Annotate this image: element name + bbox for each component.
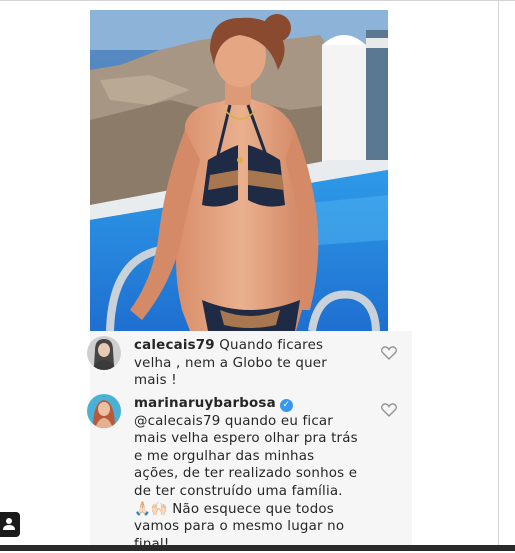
post-photo[interactable]: [90, 10, 388, 331]
profile-icon[interactable]: [0, 512, 20, 537]
avatar[interactable]: [87, 336, 121, 370]
comment-2: marinaruybarbosa ✓ @calecais79 quando eu …: [87, 389, 412, 553]
frame-top-line: [0, 0, 515, 1]
avatar-image: [87, 336, 121, 370]
verified-badge-icon: ✓: [279, 399, 293, 412]
comment-body: @calecais79 quando eu ficar mais velha e…: [134, 413, 358, 552]
frame-right-line: [498, 0, 499, 545]
comment-text: marinaruybarbosa ✓ @calecais79 quando eu …: [134, 395, 394, 553]
comment-1: calecais79 Quando ficares velha , nem a …: [87, 331, 412, 390]
comment-username[interactable]: marinaruybarbosa: [134, 396, 276, 411]
heart-icon[interactable]: [381, 346, 397, 360]
photo-illustration: [90, 10, 388, 331]
bottom-bar: [0, 545, 515, 551]
avatar-image: [87, 394, 121, 428]
comment-username[interactable]: calecais79: [134, 338, 215, 353]
avatar[interactable]: [87, 394, 121, 428]
comment-text: calecais79 Quando ficares velha , nem a …: [134, 337, 394, 390]
comments-section: calecais79 Quando ficares velha , nem a …: [87, 331, 412, 553]
profile-glyph: [3, 518, 15, 530]
heart-icon[interactable]: [381, 403, 397, 417]
